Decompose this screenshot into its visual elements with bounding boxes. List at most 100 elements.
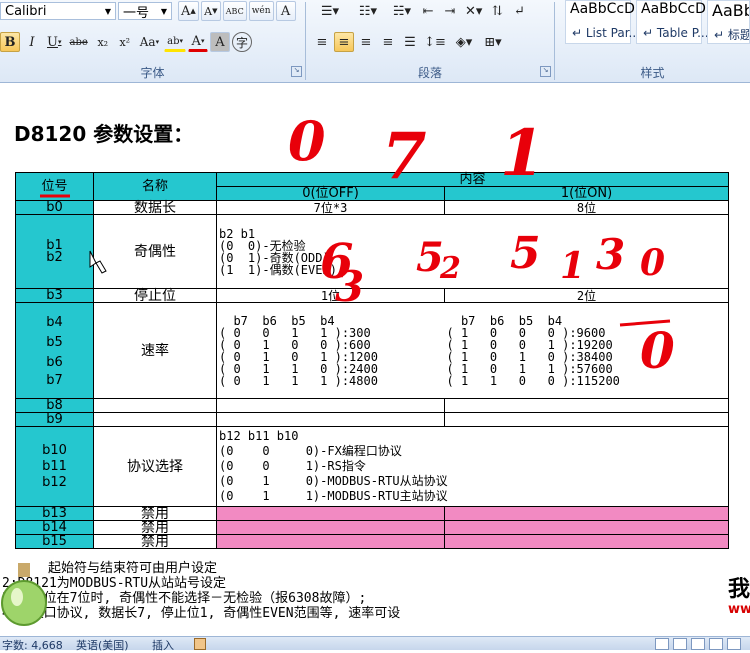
bit-cell: b8	[15, 398, 94, 413]
show-marks-icon[interactable]: ↵	[509, 1, 529, 21]
side-text: 我	[728, 577, 750, 602]
distribute-icon[interactable]: ☰	[400, 32, 420, 52]
chevron-down-icon[interactable]: ▼	[161, 7, 167, 16]
bit-cell: b1 b2	[15, 214, 94, 289]
full-screen-view-icon[interactable]	[673, 638, 687, 650]
header-bit: 位号	[15, 172, 94, 201]
phonetic-guide-button[interactable]: wén	[248, 1, 274, 21]
parity-options-cell: b2 b1 (0 0)-无检验 (0 1)-奇数(ODD) (1 1)-偶数(E…	[215, 214, 730, 289]
subscript-label: x₂	[97, 35, 109, 49]
clear-format-button[interactable]: ABC	[222, 1, 247, 21]
align-center-icon[interactable]: ≡	[334, 32, 354, 52]
table-row: b13 禁用	[15, 506, 730, 521]
rate-left-cell: b7 b6 b5 b4 ( 0 0 1 1 ):300 ( 0 1 0 0 ):…	[216, 302, 445, 399]
highlight-button[interactable]: ab ▾	[164, 32, 186, 52]
superscript-button[interactable]: x²	[115, 32, 135, 52]
decrease-indent-icon[interactable]: ⇤	[418, 1, 438, 21]
cursor-hand-icon	[89, 250, 107, 274]
change-case-button[interactable]: Aa ▾	[137, 32, 162, 52]
grow-font-label: A	[181, 3, 191, 19]
paragraph-dialog-launcher-icon[interactable]: ↘	[540, 66, 551, 77]
font-color-button[interactable]: A ▾	[188, 32, 208, 52]
font-dialog-launcher-icon[interactable]: ↘	[291, 66, 302, 77]
web-layout-view-icon[interactable]	[691, 638, 705, 650]
style-name: ↵ Table P...	[643, 26, 709, 40]
header-content: 内容	[215, 172, 730, 187]
font-row-1: Calibri ▼ 一号 ▼ A ▲ A ▼ ABC wén A	[0, 0, 305, 22]
enclose-char-button[interactable]: 字	[232, 32, 252, 52]
option-line: b12 b11 b10	[219, 429, 299, 443]
name-cell	[93, 398, 217, 413]
print-layout-view-icon[interactable]	[655, 638, 669, 650]
sort-icon[interactable]: ⇅	[487, 1, 507, 21]
underline-label: U	[47, 34, 58, 50]
bit-label: b4	[46, 314, 63, 330]
status-bar: 字数: 4,668 英语(美国) 插入	[0, 636, 750, 653]
style-list-paragraph[interactable]: AaBbCcD ↵ List Par...	[565, 0, 640, 44]
disabled-cell	[443, 506, 730, 521]
borders-icon[interactable]: ⊞▾	[480, 32, 506, 52]
align-left-icon[interactable]: ≡	[312, 32, 332, 52]
style-sample: AaBb	[712, 1, 750, 20]
protocol-options-cell: b12 b11 b10 (0 0 0)-FX编程口协议 (0 0 1)-RS指令…	[215, 426, 730, 507]
bit-label: b7	[46, 372, 63, 388]
rate-line: ( 0 1 1 0 ):2400	[219, 361, 378, 376]
bold-button[interactable]: B	[0, 32, 20, 52]
table-row: b0 数据长 7位*3 8位	[15, 200, 730, 215]
header-on: 1(位ON)	[443, 186, 730, 201]
word-count[interactable]: 字数: 4,668	[2, 637, 63, 653]
style-name: ↵ 标题	[714, 28, 750, 42]
bullets-icon[interactable]: ☰▾	[312, 1, 348, 21]
paragraph-row-1: ☰▾ ☷▾ ☵▾ ⇤ ⇥ ✕▾ ⇅ ↵	[312, 0, 531, 22]
shrink-font-button[interactable]: A ▼	[200, 1, 221, 21]
style-table-paragraph[interactable]: AaBbCcD ↵ Table P...	[636, 0, 709, 44]
chevron-down-icon[interactable]: ▼	[105, 7, 111, 16]
style-heading[interactable]: AaBb ↵ 标题	[707, 0, 750, 44]
option-line: (0 0 1)-RS指令	[219, 459, 366, 473]
grow-font-button[interactable]: A ▲	[178, 1, 199, 21]
rate-line: ( 1 0 0 1 ):19200	[446, 337, 613, 352]
char-shading-label: A	[215, 34, 225, 50]
justify-icon[interactable]: ≡	[378, 32, 398, 52]
font-name-value: Calibri	[5, 3, 47, 19]
align-right-icon[interactable]: ≡	[356, 32, 376, 52]
char-border-button[interactable]: A	[275, 1, 296, 21]
styles-group-label: 样式	[640, 66, 665, 80]
font-size-combo[interactable]: 一号 ▼	[118, 2, 172, 21]
bit-label: b2	[46, 249, 63, 265]
value-on-cell	[443, 398, 730, 413]
superscript-label: x²	[119, 35, 131, 49]
chinese-layout-icon[interactable]: ✕▾	[462, 1, 485, 21]
style-sample: AaBbCcD	[641, 1, 706, 17]
font-row-2: B I U ▾ abe x₂ x² Aa ▾ ab ▾ A ▾ A 字	[0, 31, 254, 53]
rate-line: b7 b6 b5 b4	[219, 313, 335, 328]
font-name-combo[interactable]: Calibri ▼	[0, 2, 116, 20]
rate-line: ( 1 0 1 0 ):38400	[446, 349, 613, 364]
shading-icon[interactable]: ◈▾	[450, 32, 478, 52]
font-group-label: 字体	[140, 66, 165, 80]
table-row: b8	[15, 398, 730, 413]
increase-indent-icon[interactable]: ⇥	[440, 1, 460, 21]
italic-button[interactable]: I	[22, 32, 42, 52]
table-row: b3 停止位 1位 2位	[15, 288, 730, 303]
strikethrough-button[interactable]: abe	[66, 32, 90, 52]
disabled-cell	[216, 534, 445, 549]
note-line: 3:数据位在7位时, 奇偶性不能选择－无检验（报6308故障）;	[2, 591, 367, 606]
paragraph-group-label: 段落	[417, 66, 442, 80]
draft-view-icon[interactable]	[727, 638, 741, 650]
document-page[interactable]: D8120 参数设置： 位号 名称 内容 0(位OFF) 1(位ON) b0 数…	[0, 83, 750, 636]
char-shading-button[interactable]: A	[210, 32, 230, 52]
line-spacing-icon[interactable]: ↕≡	[422, 32, 448, 52]
numbering-icon[interactable]: ☷▾	[350, 1, 386, 21]
font-size-value: 一号	[123, 5, 150, 21]
macro-record-icon[interactable]	[194, 638, 206, 650]
value-off-cell	[216, 398, 445, 413]
language-indicator[interactable]: 英语(美国)	[76, 637, 129, 653]
rate-right-cell: b7 b6 b5 b4 ( 1 0 0 0 ):9600 ( 1 0 0 1 )…	[444, 302, 730, 399]
insert-mode-indicator[interactable]: 插入	[152, 637, 174, 653]
outline-view-icon[interactable]	[709, 638, 723, 650]
multilevel-list-icon[interactable]: ☵▾	[388, 1, 416, 21]
phonetic-guide-label: wén	[251, 6, 271, 16]
subscript-button[interactable]: x₂	[93, 32, 113, 52]
underline-button[interactable]: U ▾	[44, 32, 64, 52]
